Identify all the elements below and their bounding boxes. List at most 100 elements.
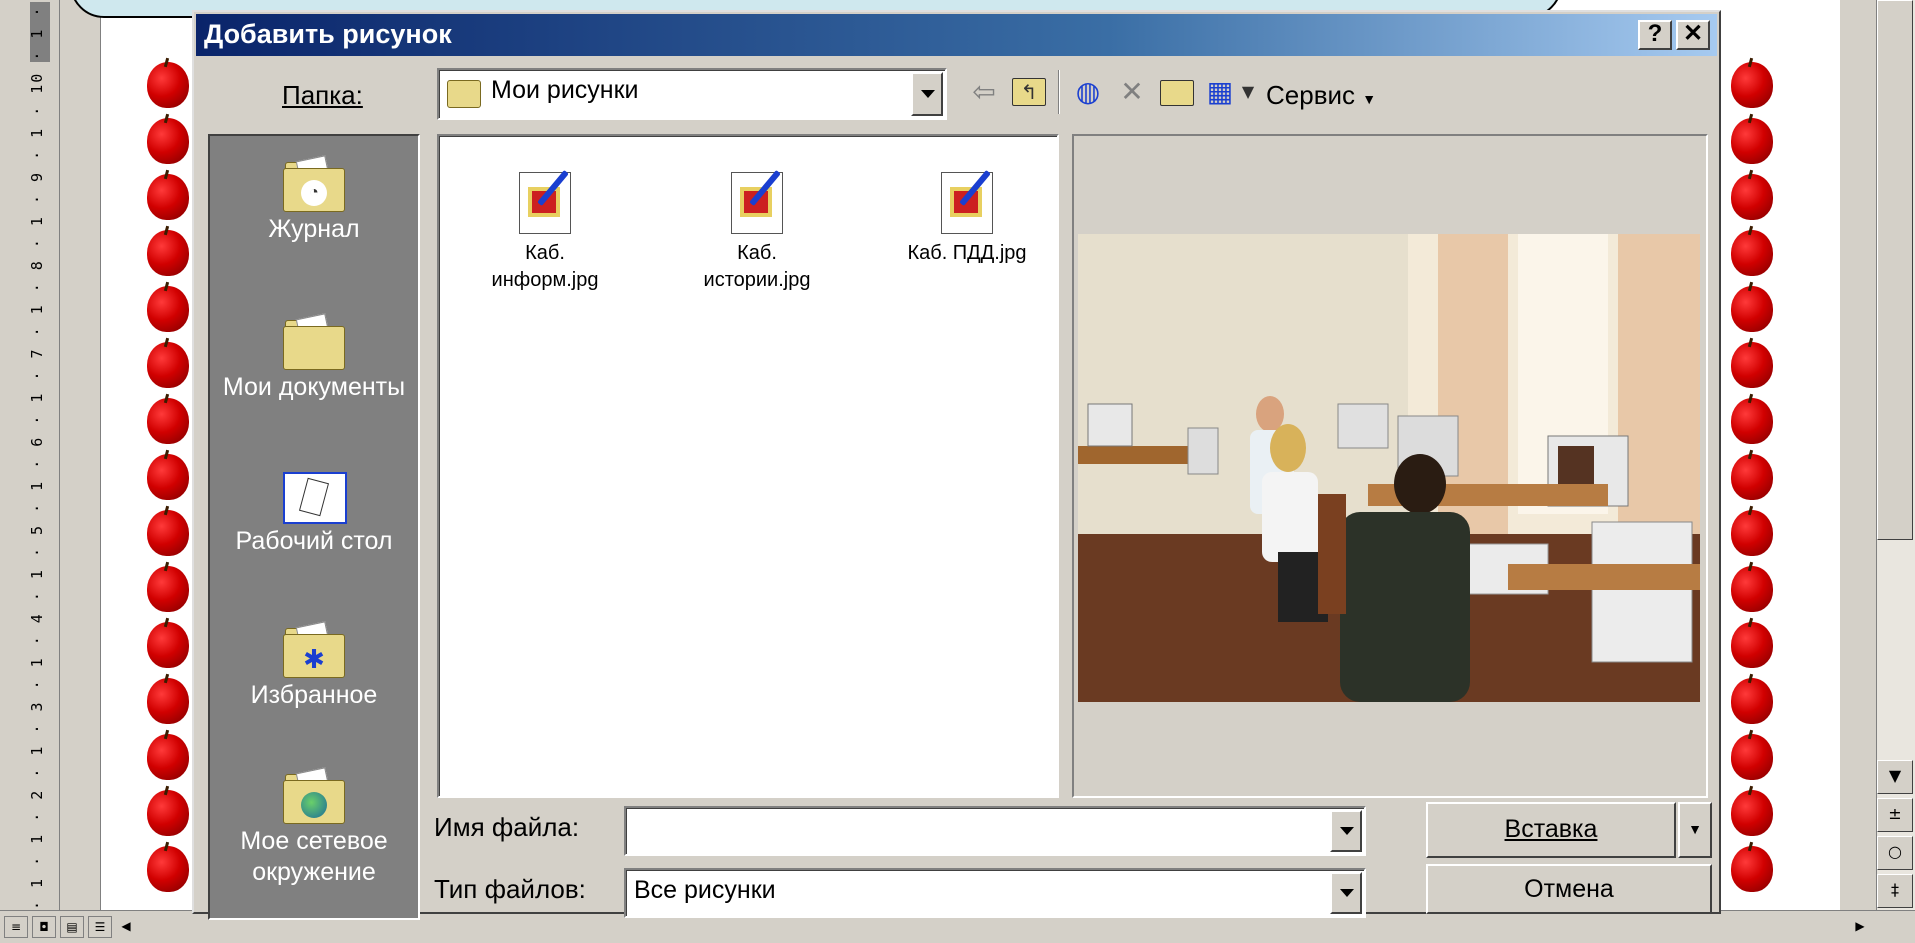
- apple-border-icon: [1731, 454, 1773, 500]
- chevron-down-icon[interactable]: [911, 72, 943, 116]
- place-label: Мое сетевое окружение: [240, 827, 388, 886]
- filetype-label: Тип файлов:: [434, 874, 586, 904]
- scroll-down-icon[interactable]: ▼: [1877, 760, 1913, 794]
- file-item[interactable]: Каб. ПДД.jpg: [877, 169, 1057, 267]
- apple-border-icon: [147, 118, 189, 164]
- browse-object-icon[interactable]: ○: [1877, 836, 1913, 870]
- apple-border-icon: [147, 510, 189, 556]
- folder-label-text: Папка:: [282, 80, 363, 110]
- chevron-down-icon: ▼: [1362, 91, 1377, 107]
- insert-button[interactable]: Вставка: [1426, 802, 1676, 858]
- insert-button-label: Вставка: [1504, 815, 1598, 843]
- place-label: Рабочий стол: [235, 527, 393, 555]
- normal-view-icon[interactable]: ≡: [4, 916, 28, 938]
- ruler-numbers: · 1 · 1 · 2 · 1 · 3 · 1 · 4 · 1 · 5 · 1 …: [28, 0, 46, 910]
- file-name: Каб. истории.jpg: [703, 242, 811, 291]
- insert-options-button[interactable]: ▼: [1678, 802, 1712, 858]
- apple-border-icon: [147, 790, 189, 836]
- place-desktop[interactable]: Рабочий стол: [210, 470, 418, 557]
- new-folder-icon[interactable]: [1156, 72, 1196, 112]
- file-name: Каб. информ.jpg: [491, 242, 599, 291]
- apple-border-icon: [147, 566, 189, 612]
- views-icon[interactable]: ▦: [1200, 72, 1240, 112]
- folder-value: Мои рисунки: [491, 76, 639, 104]
- previous-page-icon[interactable]: ±: [1877, 798, 1913, 832]
- apple-border-icon: [1731, 286, 1773, 332]
- file-name: Каб. ПДД.jpg: [907, 242, 1027, 264]
- pictures-folder-icon: [447, 80, 481, 108]
- place-history[interactable]: ◔ Журнал: [210, 155, 418, 245]
- service-menu[interactable]: Сервис ▼: [1266, 80, 1376, 111]
- place-favorites[interactable]: ✱ Избранное: [210, 621, 418, 711]
- place-label: Мои документы: [222, 373, 406, 401]
- favorites-icon: ✱: [279, 621, 349, 680]
- apple-border-icon: [147, 342, 189, 388]
- apple-border-icon: [147, 230, 189, 276]
- preview-photo: [1078, 234, 1700, 702]
- help-button[interactable]: ?: [1638, 20, 1672, 50]
- place-my-documents[interactable]: Мои документы: [210, 313, 418, 403]
- apple-border-icon: [1731, 566, 1773, 612]
- apple-border-icon: [147, 398, 189, 444]
- apple-border-icon: [1731, 734, 1773, 780]
- toolbar-separator: [1058, 70, 1060, 114]
- title-bar[interactable]: Добавить рисунок ? ✕: [196, 14, 1717, 56]
- filename-input[interactable]: [624, 806, 1366, 856]
- apple-border-icon: [1731, 622, 1773, 668]
- folder-label: Папка:: [282, 80, 363, 111]
- delete-icon[interactable]: ✕: [1112, 72, 1152, 112]
- classroom-photo: [1078, 234, 1700, 702]
- back-arrow-icon[interactable]: ⇦: [964, 72, 1004, 112]
- cancel-button[interactable]: Отмена: [1426, 864, 1712, 914]
- next-page-icon[interactable]: ‡: [1877, 874, 1913, 908]
- chevron-down-icon[interactable]: [1330, 810, 1362, 852]
- apple-border-icon: [1731, 790, 1773, 836]
- network-icon: [279, 767, 349, 826]
- place-network[interactable]: Мое сетевое окружение: [210, 767, 418, 888]
- file-list[interactable]: Каб. информ.jpg Каб. истории.jpg Каб. ПД…: [437, 134, 1059, 798]
- web-search-icon[interactable]: ◍: [1068, 72, 1108, 112]
- service-menu-label: Сервис: [1266, 80, 1356, 110]
- insert-picture-dialog: Добавить рисунок ? ✕ Папка: Мои рисунки …: [192, 10, 1721, 920]
- preview-pane: [1072, 134, 1708, 798]
- jpeg-image-icon: [731, 169, 783, 234]
- apple-border-icon: [147, 454, 189, 500]
- scroll-left-icon[interactable]: ◀: [116, 916, 136, 938]
- place-label: Избранное: [250, 681, 378, 709]
- apple-border-icon: [1731, 230, 1773, 276]
- jpeg-image-icon: [941, 169, 993, 234]
- vertical-ruler: · 1 · 1 · 2 · 1 · 3 · 1 · 4 · 1 · 5 · 1 …: [0, 0, 60, 910]
- document-gutter: [60, 0, 100, 910]
- apple-border-icon: [147, 846, 189, 892]
- scrollbar-thumb[interactable]: [1877, 0, 1913, 540]
- apple-border-icon: [1731, 118, 1773, 164]
- apple-border-icon: [147, 734, 189, 780]
- scroll-right-icon[interactable]: ▶: [1850, 916, 1870, 938]
- apple-border-icon: [1731, 342, 1773, 388]
- filetype-select[interactable]: Все рисунки: [624, 868, 1366, 918]
- file-item[interactable]: Каб. истории.jpg: [667, 169, 847, 294]
- chevron-down-icon[interactable]: [1330, 872, 1362, 914]
- apple-border-icon: [1731, 174, 1773, 220]
- print-layout-icon[interactable]: ▤: [60, 916, 84, 938]
- folder-select[interactable]: Мои рисунки: [437, 68, 947, 120]
- apple-border-icon: [1731, 398, 1773, 444]
- web-view-icon[interactable]: ◘: [32, 916, 56, 938]
- jpeg-image-icon: [519, 169, 571, 234]
- file-item[interactable]: Каб. информ.jpg: [455, 169, 635, 294]
- apple-border-icon: [1731, 678, 1773, 724]
- filetype-value: Все рисунки: [634, 876, 776, 904]
- apple-border-icon: [147, 286, 189, 332]
- close-button[interactable]: ✕: [1676, 20, 1710, 50]
- apple-border-icon: [1731, 510, 1773, 556]
- apple-border-icon: [1731, 62, 1773, 108]
- up-folder-icon[interactable]: ↰: [1008, 72, 1048, 112]
- apple-border-icon: [147, 622, 189, 668]
- dialog-title: Добавить рисунок: [204, 19, 452, 49]
- outline-view-icon[interactable]: ☰: [88, 916, 112, 938]
- views-dropdown-icon[interactable]: ▼: [1236, 72, 1260, 112]
- filename-label: Имя файла:: [434, 812, 580, 842]
- history-icon: ◔: [279, 155, 349, 214]
- desktop-icon: [279, 470, 349, 526]
- chevron-down-icon: ▼: [1688, 821, 1702, 837]
